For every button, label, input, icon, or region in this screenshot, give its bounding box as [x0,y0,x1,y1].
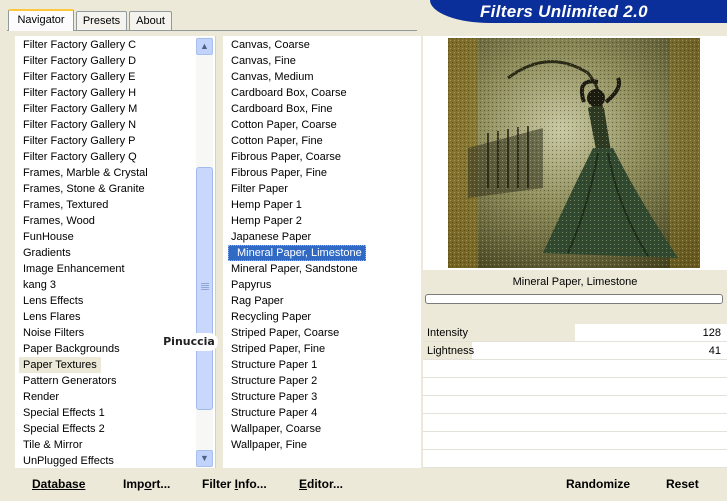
category-item[interactable]: Image Enhancement [15,261,215,277]
filter-item[interactable]: Cotton Paper, Coarse [223,117,421,133]
parameter-row-empty [423,414,727,432]
filter-item[interactable]: Hemp Paper 2 [223,213,421,229]
category-item[interactable]: Frames, Textured [15,197,215,213]
import-button[interactable]: Import... [123,475,170,493]
parameter-row-empty [423,378,727,396]
filter-item[interactable]: Cotton Paper, Fine [223,133,421,149]
parameter-row-empty [423,396,727,414]
filter-item[interactable]: Canvas, Medium [223,69,421,85]
category-item[interactable]: Filter Factory Gallery M [15,101,215,117]
filter-item[interactable]: Canvas, Coarse [223,37,421,53]
category-item[interactable]: Filter Factory Gallery H [15,85,215,101]
filter-info-button[interactable]: Filter Info... [202,475,267,493]
tab-navigator[interactable]: Navigator [8,9,74,31]
filter-item[interactable]: Recycling Paper [223,309,421,325]
category-item[interactable]: Lens Effects [15,293,215,309]
category-item[interactable]: Special Effects 1 [15,405,215,421]
filter-item[interactable]: Fibrous Paper, Fine [223,165,421,181]
tab-presets[interactable]: Presets [76,11,127,30]
parameter-row-lightness[interactable]: Lightness 41 [423,342,727,360]
category-item[interactable]: Special Effects 2 [15,421,215,437]
button-label: Filter [202,477,235,491]
filter-item[interactable]: Structure Paper 3 [223,389,421,405]
filter-item[interactable]: Hemp Paper 1 [223,197,421,213]
category-item[interactable]: Filter Factory Gallery Q [15,149,215,165]
category-item[interactable]: FunHouse [15,229,215,245]
scrollbar-thumb[interactable] [196,167,213,410]
filter-item[interactable]: Cardboard Box, Coarse [223,85,421,101]
accel-key: E [299,477,308,491]
parameter-row-empty [423,450,727,468]
filter-item[interactable]: Fibrous Paper, Coarse [223,149,421,165]
selected-filter-name: Mineral Paper, Limestone [423,272,727,292]
filter-item[interactable]: Mineral Paper, Limestone [223,245,421,261]
button-label: Imp [123,477,145,491]
parameter-value: 128 [702,327,721,339]
filter-item[interactable]: Striped Paper, Fine [223,341,421,357]
category-item[interactable]: Filter Factory Gallery E [15,69,215,85]
parameter-row-empty [423,360,727,378]
category-scrollbar[interactable]: ▲ ▼ [196,37,213,467]
category-list[interactable]: Filter Factory Gallery C Filter Factory G… [15,36,216,468]
category-item[interactable]: Paper Textures [15,357,215,373]
category-item[interactable]: Filter Factory Gallery P [15,133,215,149]
app-title: Filters Unlimited 2.0 [480,2,648,21]
filter-item[interactable]: Papyrus [223,277,421,293]
editor-button[interactable]: Editor... [299,475,343,493]
category-item[interactable]: UnPlugged Effects [15,453,215,468]
parameter-panel: Intensity 128 Lightness 41 [423,324,727,468]
category-item[interactable]: Pattern Generators [15,373,215,389]
category-item[interactable]: Filter Factory Gallery D [15,53,215,69]
filter-item[interactable]: Structure Paper 2 [223,373,421,389]
randomize-button[interactable]: Randomize [566,475,630,493]
button-label: ditor... [307,477,344,491]
chevron-down-icon: ▼ [200,453,209,463]
parameter-label: Lightness [427,345,475,357]
filter-item[interactable]: Wallpaper, Coarse [223,421,421,437]
grip-icon [201,283,209,291]
filter-list[interactable]: Canvas, Coarse Canvas, Fine Canvas, Medium… [223,36,421,468]
category-item[interactable]: Filter Factory Gallery N [15,117,215,133]
parameter-value: 41 [708,345,721,357]
filter-item[interactable]: Canvas, Fine [223,53,421,69]
preview-artwork [448,38,700,268]
reset-button[interactable]: Reset [666,475,699,493]
category-item[interactable]: Frames, Marble & Crystal [15,165,215,181]
accel-key: D [32,477,41,491]
category-item[interactable]: Filter Factory Gallery C [15,37,215,53]
accel-key: o [144,477,152,491]
filter-item[interactable]: Cardboard Box, Fine [223,101,421,117]
filter-item[interactable]: Striped Paper, Coarse [223,325,421,341]
chevron-up-icon: ▲ [200,41,209,51]
button-label: atabase [40,477,86,491]
scroll-down-button[interactable]: ▼ [196,450,213,467]
preview-image [448,38,700,268]
category-item[interactable]: kang 3 [15,277,215,293]
scroll-up-button[interactable]: ▲ [196,38,213,55]
filter-item[interactable]: Mineral Paper, Sandstone [223,261,421,277]
category-item[interactable]: Frames, Stone & Granite [15,181,215,197]
parameter-row-intensity[interactable]: Intensity 128 [423,324,727,342]
category-item[interactable]: Render [15,389,215,405]
watermark-label: Pinuccia [160,333,218,351]
category-item[interactable]: Gradients [15,245,215,261]
filter-item-label: Mineral Paper, Limestone [228,245,366,261]
category-item[interactable]: Frames, Wood [15,213,215,229]
category-item[interactable]: Lens Flares [15,309,215,325]
category-item-label: Paper Textures [19,357,101,373]
category-item[interactable]: Tile & Mirror [15,437,215,453]
button-label: rt... [151,477,171,491]
button-label: nfo... [238,477,267,491]
filter-item[interactable]: Wallpaper, Fine [223,437,421,453]
tab-about[interactable]: About [129,11,172,30]
filter-item[interactable]: Structure Paper 1 [223,357,421,373]
progress-bar [425,294,723,304]
database-button[interactable]: Database [32,475,85,493]
filter-item[interactable]: Japanese Paper [223,229,421,245]
filter-item[interactable]: Structure Paper 4 [223,405,421,421]
filter-item[interactable]: Rag Paper [223,293,421,309]
parameter-label: Intensity [427,327,468,339]
filter-item[interactable]: Filter Paper [223,181,421,197]
parameter-row-empty [423,432,727,450]
